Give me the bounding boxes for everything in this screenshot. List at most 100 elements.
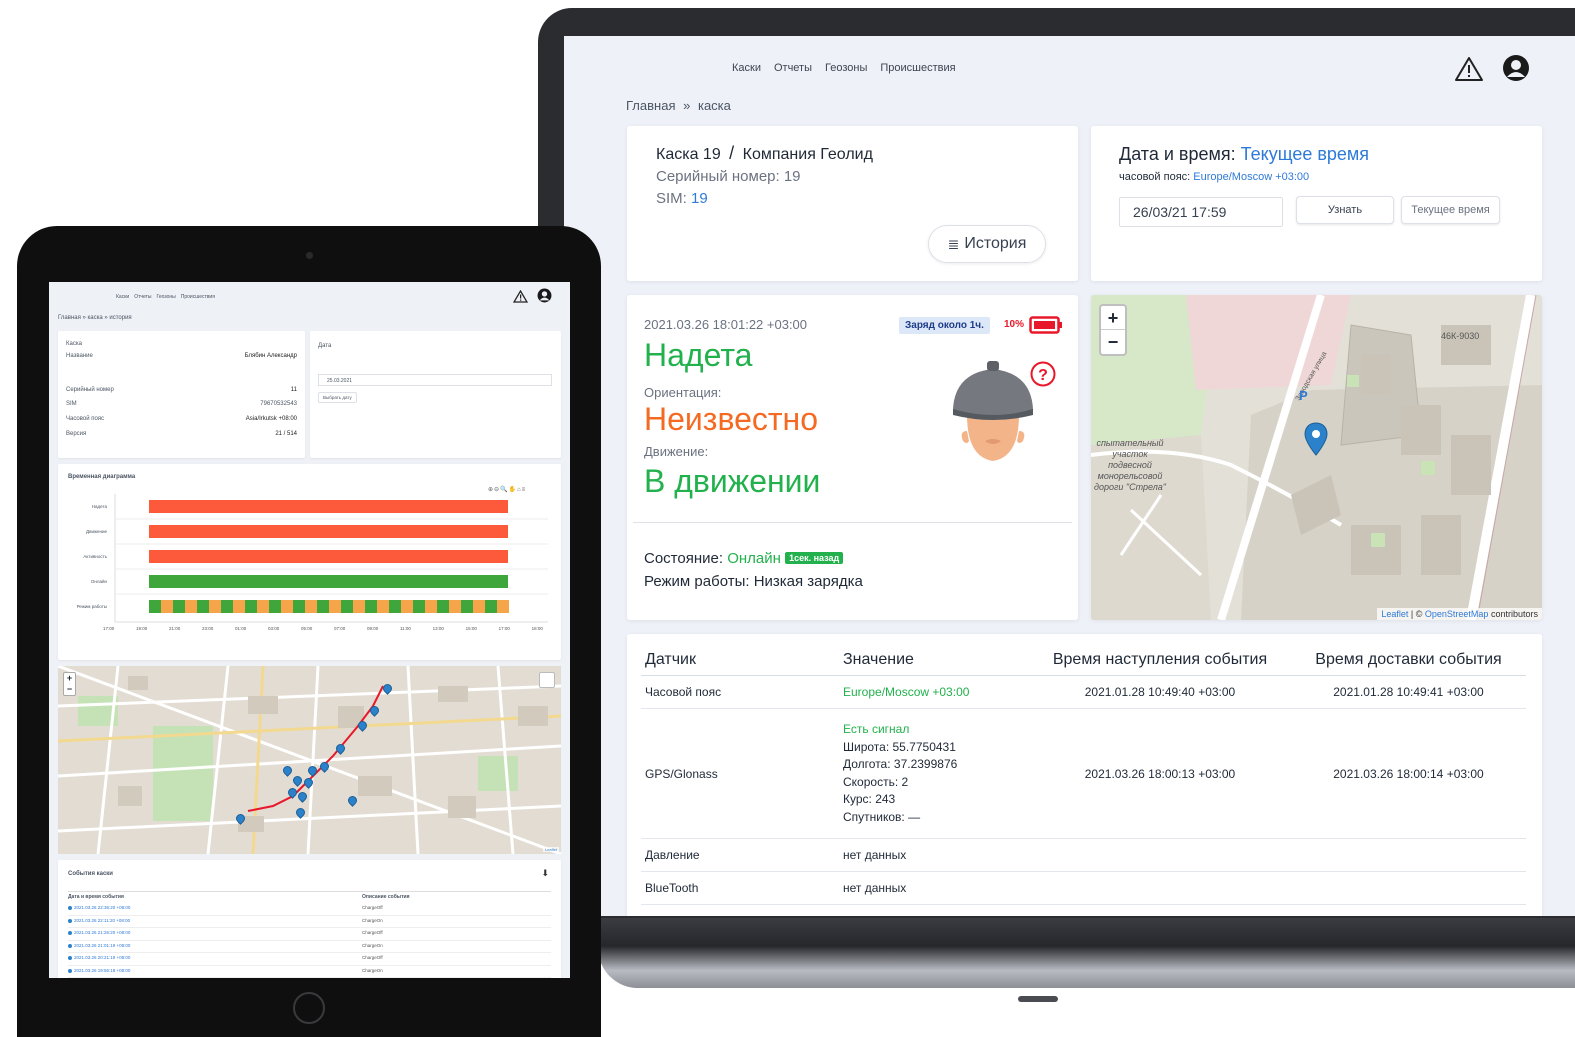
map-marker-icon[interactable]	[1304, 422, 1328, 456]
event-row[interactable]: 2021.03.26 20:21:19 +08:00 ChargeOff	[68, 953, 551, 966]
breadcrumb-home[interactable]: Главная	[626, 98, 675, 113]
orientation-value: Неизвестно	[644, 401, 819, 437]
question-mark: ?	[1038, 367, 1048, 384]
timeline-mode-segment	[389, 600, 401, 613]
state-label: Состояние:	[644, 550, 724, 567]
event-time: 2021.03.26 18:00:13 +03:00	[1029, 708, 1291, 839]
nav-helmets[interactable]: Каски	[732, 62, 761, 74]
laptop-device: Каски Отчеты Геозоны Происшествия Главна…	[538, 8, 1575, 1008]
tablet-screen: Каски Отчеты Геозоны Происшествия Главна…	[49, 282, 570, 978]
tablet-nav-reports[interactable]: Отчеты	[134, 294, 151, 300]
route-marker-icon[interactable]	[368, 704, 381, 717]
events-header-desc: Описание события	[362, 894, 410, 900]
tablet-nav-incidents[interactable]: Происшествия	[181, 294, 215, 300]
tablet-warning-icon[interactable]	[513, 290, 528, 303]
event-row[interactable]: 2021.03.26 21:26:20 +08:00 ChargeOff	[68, 928, 551, 941]
route-marker-icon[interactable]	[296, 790, 309, 803]
sensor-name: GPS/Glonass	[641, 708, 839, 839]
timeline-mode-segment	[449, 600, 461, 613]
tablet-info-card: Каска Название Блябин Александр Серийный…	[58, 331, 305, 458]
list-icon: ≣	[947, 235, 960, 252]
route-marker-icon[interactable]	[334, 742, 347, 755]
zoom-out-button[interactable]: −	[1101, 330, 1125, 354]
zoom-in-button[interactable]: +	[1101, 306, 1125, 330]
event-row[interactable]: 2021.03.26 22:11:20 +08:00 ChargeOn	[68, 916, 551, 928]
timeline-row-label: Движение	[86, 529, 107, 534]
route-marker-icon[interactable]	[302, 776, 315, 789]
event-row[interactable]: 2021.03.26 22:36:20 +08:00 ChargeOff	[68, 903, 551, 916]
history-button[interactable]: ≣ История	[928, 225, 1046, 263]
sensor-value: Europe/Moscow +03:00	[839, 675, 1029, 709]
know-button[interactable]: Узнать	[1296, 196, 1394, 224]
event-description: ChargeOn	[362, 917, 383, 923]
route-marker-icon[interactable]	[306, 764, 319, 777]
helmet-title: Каска 19	[656, 146, 721, 163]
event-time: 2021.03.26 22:11:20 +08:00	[74, 917, 131, 923]
route-marker-icon[interactable]	[291, 774, 304, 787]
nav-menu: Каски Отчеты Геозоны Происшествия	[732, 62, 956, 74]
route-marker-icon[interactable]	[281, 764, 294, 777]
tablet-user-icon[interactable]	[537, 288, 552, 303]
leaflet-link[interactable]: Leaflet	[1381, 609, 1408, 619]
download-icon[interactable]: ⬇	[541, 868, 549, 879]
question-icon[interactable]: ?	[1030, 361, 1056, 387]
worn-status: Надета	[644, 337, 753, 373]
current-time-button[interactable]: Текущее время	[1401, 196, 1500, 224]
tablet-date-input[interactable]: 25.03.2021	[318, 374, 552, 386]
nav-reports[interactable]: Отчеты	[774, 62, 812, 74]
event-row[interactable]: 2021.03.26 19:56:18 +08:00 ChargeOn	[68, 966, 551, 978]
location-map[interactable]: 46К-9030 Заводская улица P спытательный …	[1091, 295, 1542, 620]
sensor-name: Датчик расстояния	[641, 904, 839, 916]
timeline-mode-segment	[221, 600, 233, 613]
sim-link[interactable]: 19	[691, 190, 708, 207]
tablet-home-button[interactable]	[293, 992, 325, 1024]
battery-low-icon	[1029, 316, 1062, 334]
event-description: ChargeOff	[362, 955, 383, 960]
nav-geozones[interactable]: Геозоны	[825, 62, 867, 74]
osm-link[interactable]: OpenStreetMap	[1425, 609, 1489, 619]
timeline-mode-segment	[305, 600, 317, 613]
tablet-nav-helmets[interactable]: Каски	[116, 294, 129, 300]
timeline-mode-segment	[233, 600, 245, 613]
user-account-icon[interactable]	[1502, 54, 1530, 82]
events-divider	[68, 891, 551, 892]
timeline-mode-segment	[473, 600, 485, 613]
tablet-pick-date-button[interactable]: Выбрать дату	[318, 392, 357, 403]
route-marker-icon[interactable]	[346, 794, 359, 807]
timeline-row-label: Режим работы	[76, 604, 107, 609]
tablet-zoom-in[interactable]: +	[64, 673, 75, 684]
event-row[interactable]: 2021.03.26 21:01:19 +08:00 ChargeOn	[68, 941, 551, 953]
warning-icon[interactable]	[1454, 56, 1484, 82]
tablet-map-attribution[interactable]: Leaflet	[542, 847, 559, 852]
timeline-row-label: Надета	[91, 504, 107, 509]
timeline-mode-segment	[209, 600, 221, 613]
timeline-mode-segment	[161, 600, 173, 613]
top-nav: Каски Отчеты Геозоны Происшествия	[564, 50, 1575, 86]
table-row: GPS/Glonass Есть сигнал Широта: 55.77504…	[641, 708, 1526, 839]
nav-incidents[interactable]: Происшествия	[880, 62, 955, 74]
route-marker-icon[interactable]	[294, 806, 307, 819]
tablet-route-map[interactable]: + − Leaflet	[58, 666, 561, 854]
tablet-zoom-out[interactable]: −	[64, 684, 75, 695]
tablet-nav-geozones[interactable]: Геозоны	[156, 294, 175, 300]
route-marker-icon[interactable]	[318, 760, 331, 773]
datetime-title: Дата и время:	[1119, 144, 1236, 164]
table-row: Датчик расстояния 12406 2021.03.26 18:01…	[641, 904, 1526, 916]
route-marker-icon[interactable]	[356, 719, 369, 732]
event-time: 2021.03.26 21:26:20 +08:00	[74, 930, 131, 935]
datetime-input[interactable]: 26/03/21 17:59	[1119, 197, 1283, 227]
layers-icon[interactable]	[539, 672, 555, 688]
laptop-base	[598, 918, 1575, 1002]
timeline-row-label: Онлайн	[90, 579, 107, 584]
route-marker-icon[interactable]	[234, 812, 247, 825]
timeline-tick-label: 18:00	[531, 626, 543, 631]
delivery-time: 2021.03.26 18:01:18 +03:00	[1291, 904, 1526, 916]
info-value[interactable]: 79670532543	[260, 401, 297, 407]
col-header-delivery-time: Время доставки события	[1291, 646, 1526, 676]
timeline-mode-segment	[245, 600, 257, 613]
timeline-mode-segment	[257, 600, 269, 613]
timeline-tick-label: 01:00	[235, 626, 247, 631]
route-marker-icon[interactable]	[381, 682, 394, 695]
timeline-bar-movement	[149, 525, 508, 538]
charge-badge: Заряд около 1ч.	[899, 317, 990, 334]
